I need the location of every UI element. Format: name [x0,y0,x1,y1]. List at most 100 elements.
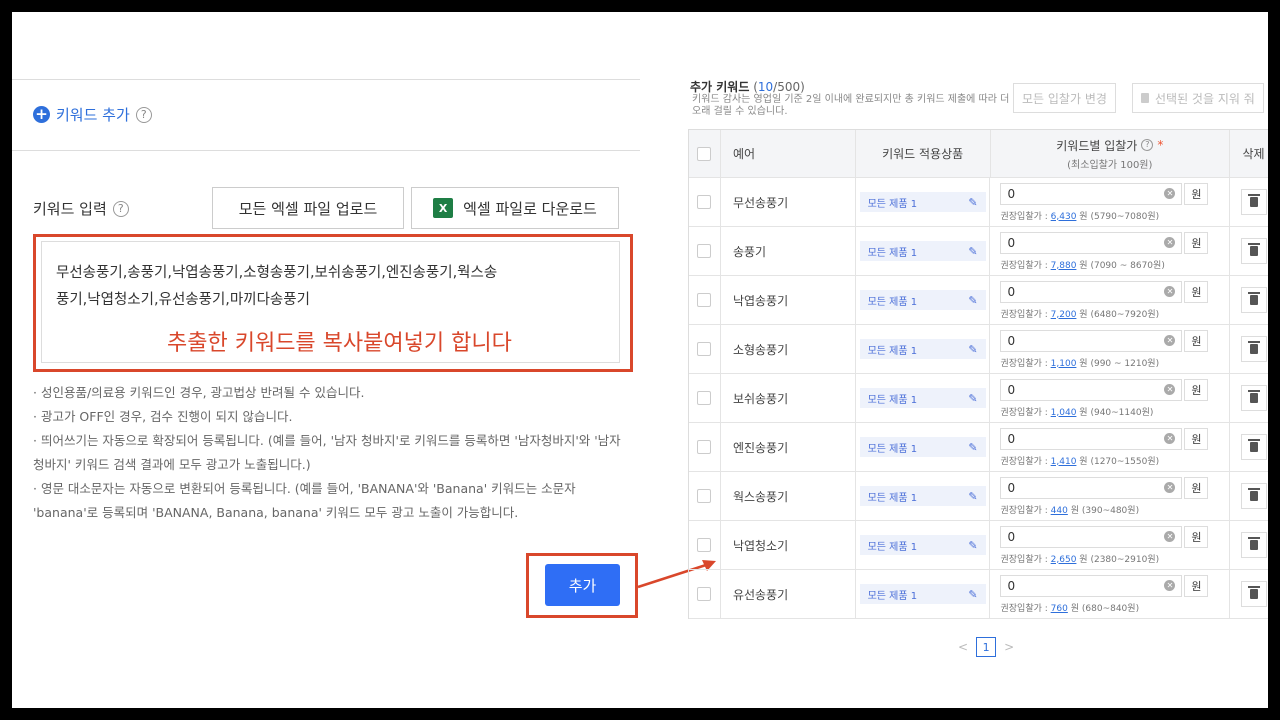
delete-row-button[interactable] [1240,483,1267,509]
keyword-add-panel: + 키워드 추가 ? 키워드 입력 ? 모든 엑셀 파일 업로드 X 엑셀 파일… [12,12,652,708]
currency-unit-button[interactable]: 원 [1184,574,1209,597]
recommended-bid-value[interactable]: 760 [1051,604,1068,614]
recommended-bid-range: (390~480원) [1081,505,1140,516]
currency-unit-button[interactable]: 원 [1184,525,1209,548]
currency-unit-button[interactable]: 원 [1184,476,1209,499]
bid-input[interactable]: 0 ✕ [1000,329,1183,352]
delete-row-button[interactable] [1240,189,1267,215]
product-label: 모든 제품 1 [867,492,918,504]
download-excel-label: 엑셀 파일로 다운로드 [463,199,597,218]
row-checkbox[interactable] [697,440,712,454]
row-checkbox-cell [689,276,721,324]
add-button[interactable]: 추가 [545,564,620,606]
row-checkbox[interactable] [697,391,712,405]
recommended-bid-value[interactable]: 1,040 [1051,408,1077,418]
keyword-text: 엔진송풍기 [732,440,789,455]
bid-input[interactable]: 0 ✕ [1000,378,1183,401]
product-select[interactable]: 모든 제품 1 ✎ [859,486,986,506]
prev-page-button[interactable]: < [958,640,968,654]
recommended-bid-value[interactable]: 1,100 [1051,359,1077,369]
select-all-checkbox[interactable] [697,146,712,161]
clear-icon[interactable]: ✕ [1164,482,1176,493]
recommended-bid-value[interactable]: 7,880 [1051,261,1077,271]
product-label: 모든 제품 1 [867,394,918,406]
product-label: 모든 제품 1 [867,541,918,553]
bid-input[interactable]: 0 ✕ [1000,476,1183,499]
recommended-bid-value[interactable]: 440 [1051,506,1068,516]
bid-input[interactable]: 0 ✕ [1000,525,1183,548]
product-select[interactable]: 모든 제품 1 ✎ [859,535,986,555]
row-checkbox[interactable] [697,342,712,356]
delete-row-button[interactable] [1240,532,1267,558]
product-select[interactable]: 모든 제품 1 ✎ [859,339,986,359]
product-cell: 모든 제품 1 ✎ [856,227,991,275]
delete-row-button[interactable] [1240,385,1267,411]
bid-cell: 0 ✕ 원 권장입찰가 : 1,040 원 (940~1140원) [990,374,1231,422]
row-checkbox[interactable] [697,244,712,258]
row-checkbox[interactable] [697,538,712,552]
delete-selected-button[interactable]: 선택된 것을 지워 줘 [1132,83,1264,113]
recommended-bid-value[interactable]: 7,200 [1051,310,1077,320]
product-select[interactable]: 모든 제품 1 ✎ [859,241,986,261]
bid-input[interactable]: 0 ✕ [1000,427,1183,450]
help-icon[interactable]: ? [135,106,152,123]
add-keyword-header[interactable]: + 키워드 추가 ? [33,104,152,125]
help-icon[interactable]: ? [112,200,129,217]
product-label: 모든 제품 1 [867,443,918,455]
currency-unit-button[interactable]: 원 [1184,280,1209,303]
bid-cell: 0 ✕ 원 권장입찰가 : 440 원 (390~480원) [990,472,1231,520]
help-icon[interactable]: ? [1141,139,1154,151]
product-select[interactable]: 모든 제품 1 ✎ [859,437,986,457]
product-cell: 모든 제품 1 ✎ [856,178,991,226]
currency-unit-button[interactable]: 원 [1184,231,1209,254]
recommended-bid-value[interactable]: 1,410 [1051,457,1077,467]
clear-icon[interactable]: ✕ [1164,286,1176,297]
clear-icon[interactable]: ✕ [1164,433,1176,444]
recommended-bid: 권장입찰가 : 1,100 원 (990 ~ 1210원) [1000,358,1160,369]
currency-unit-button[interactable]: 원 [1184,427,1209,450]
row-checkbox[interactable] [697,195,712,209]
delete-row-button[interactable] [1240,287,1267,313]
delete-row-button[interactable] [1240,238,1267,264]
clear-icon[interactable]: ✕ [1164,580,1176,591]
currency-unit-button[interactable]: 원 [1184,329,1209,352]
recommended-bid-value[interactable]: 2,650 [1051,555,1077,565]
table-row: 낙엽송풍기 모든 제품 1 ✎ 0 ✕ 원 권장입찰가 : 7,200 원 (648… [689,276,1268,325]
required-mark: * [1157,138,1164,152]
divider [12,79,640,80]
row-checkbox[interactable] [697,293,712,307]
currency-unit-button[interactable]: 원 [1184,378,1209,401]
row-checkbox[interactable] [697,587,712,601]
trash-icon [1247,439,1260,452]
clear-icon[interactable]: ✕ [1164,335,1176,346]
delete-row-button[interactable] [1240,336,1267,362]
product-select[interactable]: 모든 제품 1 ✎ [859,388,986,408]
product-select[interactable]: 모든 제품 1 ✎ [859,192,986,212]
clear-icon[interactable]: ✕ [1164,237,1176,248]
header-checkbox-cell [689,130,721,177]
download-excel-button[interactable]: X 엑셀 파일로 다운로드 [411,187,619,229]
clear-icon[interactable]: ✕ [1164,384,1176,395]
row-checkbox[interactable] [697,489,712,503]
currency-unit-button[interactable]: 원 [1184,182,1209,205]
change-all-bids-button[interactable]: 모든 입찰가 변경 [1013,83,1116,113]
next-page-button[interactable]: > [1004,640,1014,654]
product-select[interactable]: 모든 제품 1 ✎ [859,290,986,310]
page-number-button[interactable]: 1 [976,637,997,657]
product-select[interactable]: 모든 제품 1 ✎ [859,584,986,604]
delete-row-button[interactable] [1240,581,1267,607]
table-header: 예어 키워드 적용상품 키워드별 입찰가 ? * (최소입찰가 100원) 삭제 [689,130,1268,178]
clear-icon[interactable]: ✕ [1164,188,1176,199]
recommended-bid-value[interactable]: 6,430 [1051,212,1077,222]
keyword-text: 보쉬송풍기 [732,391,789,406]
bid-input[interactable]: 0 ✕ [1000,231,1183,254]
delete-row-button[interactable] [1240,434,1267,460]
bid-input[interactable]: 0 ✕ [1000,280,1183,303]
bid-input[interactable]: 0 ✕ [1000,182,1183,205]
upload-excel-button[interactable]: 모든 엑셀 파일 업로드 [212,187,404,229]
instruction-annotation: 추출한 키워드를 복사붙여넣기 합니다 [167,331,512,356]
keyword-cell: 엔진송풍기 [721,423,856,471]
bid-input[interactable]: 0 ✕ [1000,574,1183,597]
clear-icon[interactable]: ✕ [1164,531,1176,542]
trash-icon [1247,537,1260,550]
